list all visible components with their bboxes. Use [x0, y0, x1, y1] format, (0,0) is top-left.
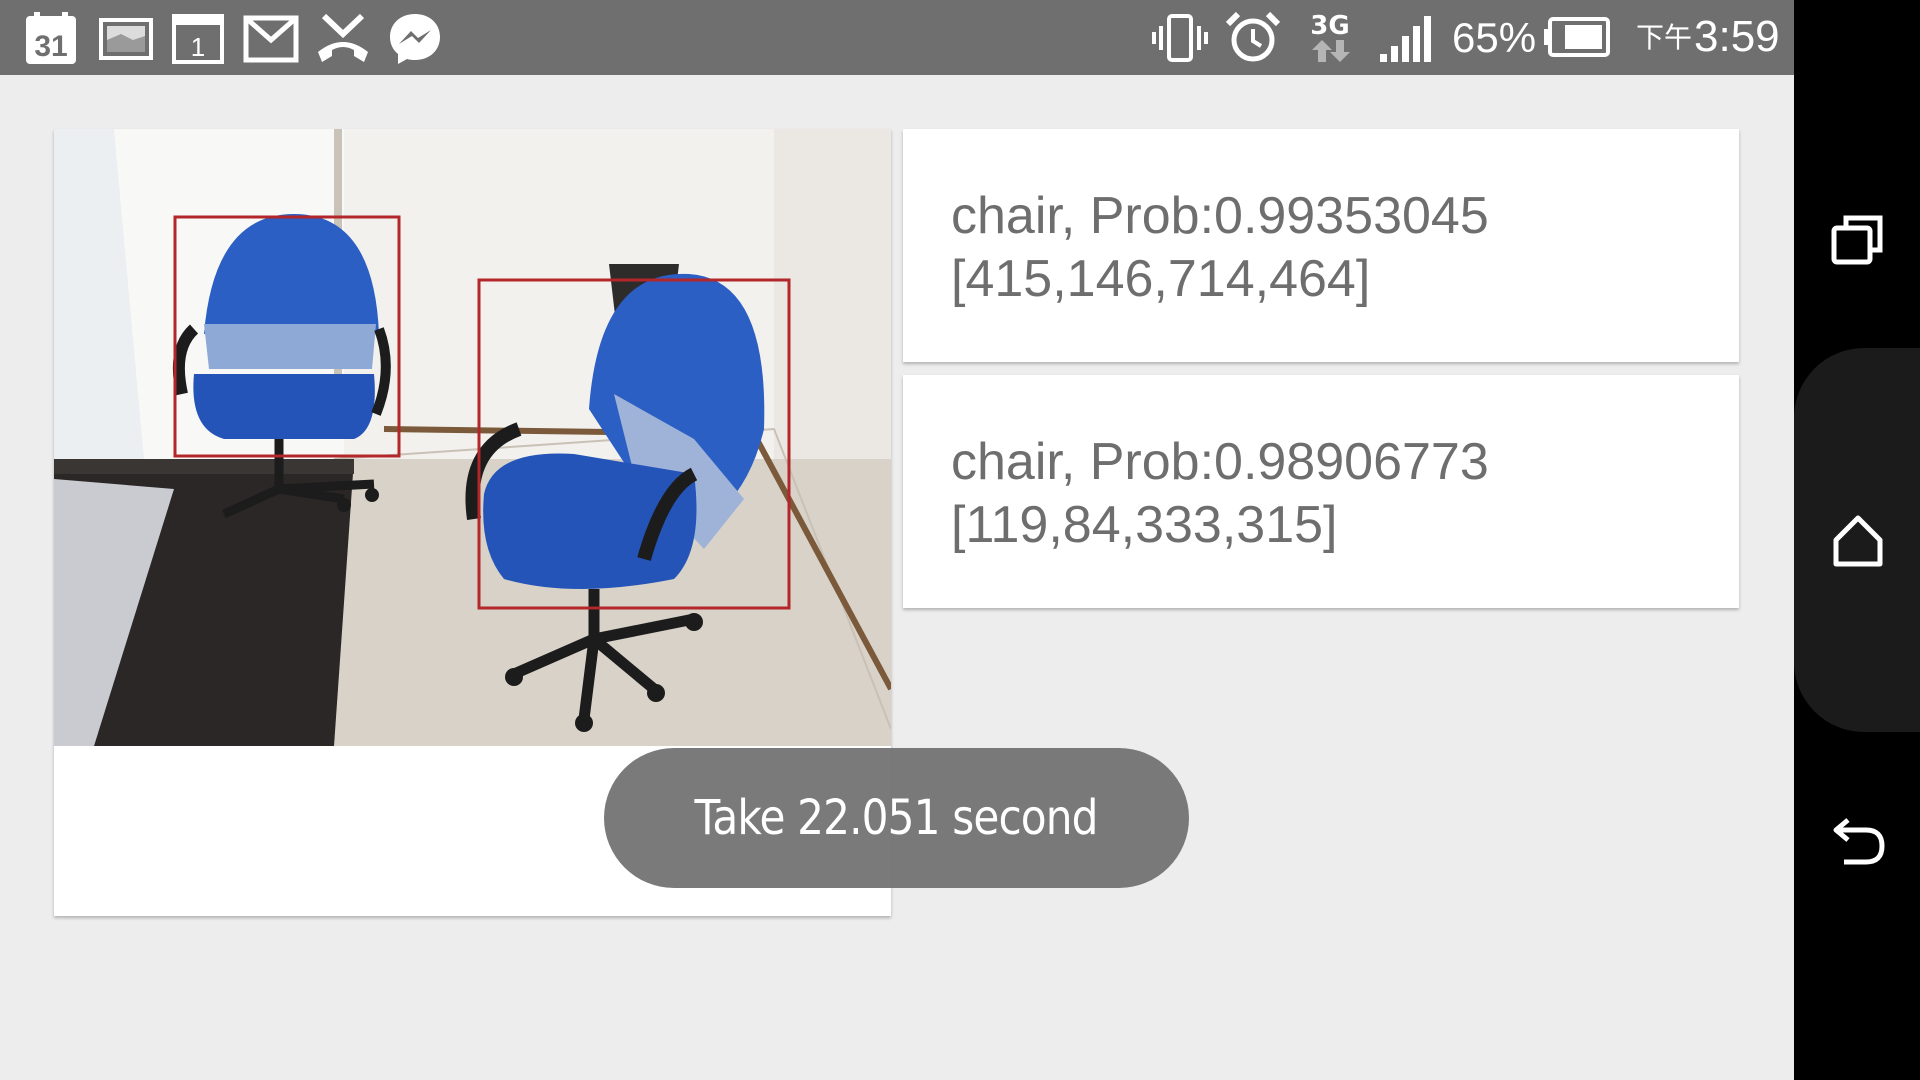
gmail-icon: [243, 15, 299, 63]
clock-ampm: 下午: [1636, 22, 1693, 53]
detection-result-card: chair, Prob:0.98906773 [119,84,333,315]: [903, 375, 1739, 608]
date-icon: 1: [172, 14, 224, 64]
signal-icon: [1380, 16, 1431, 62]
detection-result-card: chair, Prob:0.99353045 [415,146,714,464]: [903, 129, 1739, 362]
toast-message: Take 22.051 second: [604, 748, 1189, 888]
missed-call-icon: [318, 13, 368, 62]
home-icon[interactable]: [1826, 508, 1890, 572]
vibrate-icon: [1152, 14, 1208, 62]
svg-text:3G: 3G: [1310, 11, 1349, 41]
battery-percent: 65%: [1452, 14, 1537, 61]
svg-text:31: 31: [34, 30, 67, 63]
gallery-icon: [99, 18, 153, 60]
alarm-icon: [1225, 11, 1281, 62]
recent-apps-icon[interactable]: [1826, 208, 1890, 272]
status-bar: 31 1 3G 65% 下午3:59: [0, 0, 1794, 75]
battery-icon: [1544, 17, 1610, 57]
detection-result-text: chair, Prob:0.98906773 [119,84,333,315]: [951, 433, 1489, 554]
calendar-icon: 31: [26, 12, 76, 64]
clock: 下午3:59: [1636, 12, 1780, 62]
svg-text:1: 1: [191, 32, 205, 62]
data-3g-icon: 3G: [1310, 11, 1350, 62]
toast-text: Take 22.051 second: [694, 790, 1099, 846]
messenger-icon: [390, 14, 440, 64]
back-icon[interactable]: [1826, 808, 1890, 872]
detection-result-text: chair, Prob:0.99353045 [415,146,714,464]: [951, 187, 1489, 308]
detection-photo: [54, 129, 891, 746]
photo-scene: [54, 129, 891, 746]
clock-time: 3:59: [1694, 12, 1780, 61]
